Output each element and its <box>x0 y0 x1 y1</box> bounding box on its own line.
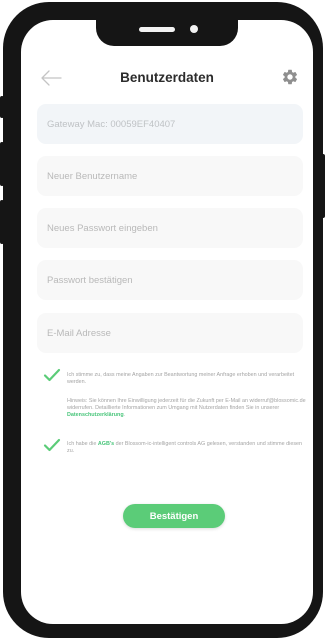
side-button <box>0 200 4 244</box>
side-button <box>0 96 4 118</box>
checkmark-icon[interactable] <box>43 368 61 382</box>
email-field[interactable] <box>37 313 303 353</box>
consent-hint-suffix: . <box>123 412 126 418</box>
terms-text: Ich habe die AGB's der Blossom-ic-intell… <box>67 441 307 455</box>
side-button <box>0 142 4 186</box>
password-field[interactable] <box>37 208 303 248</box>
gateway-mac-field: Gateway Mac: 00059EF40407 <box>37 104 303 144</box>
privacy-policy-link[interactable]: Datenschutzerklärung <box>67 412 124 418</box>
agb-link[interactable]: AGB's <box>98 441 114 447</box>
consent-text: Ich stimme zu, dass meine Angaben zur Be… <box>67 372 307 386</box>
terms-prefix: Ich habe die <box>67 441 97 447</box>
consent-label: Ich stimme zu, dass meine Angaben zur Be… <box>67 372 295 385</box>
email-input[interactable] <box>47 327 293 339</box>
phone-frame: Benutzerdaten Gateway Mac: 00059EF40407 … <box>0 2 325 638</box>
username-field[interactable] <box>37 156 303 196</box>
speaker <box>139 27 175 32</box>
header-bar: Benutzerdaten <box>21 58 313 98</box>
camera <box>190 25 198 33</box>
consent-hint-text: Hinweis: Sie können Ihre Einwilligung je… <box>67 398 306 411</box>
gear-icon[interactable] <box>281 68 299 86</box>
app-screen: Benutzerdaten Gateway Mac: 00059EF40407 … <box>21 20 313 624</box>
side-button <box>321 154 325 218</box>
checkmark-icon[interactable] <box>43 438 61 452</box>
password-confirm-input[interactable] <box>47 274 293 286</box>
password-input[interactable] <box>47 222 293 234</box>
notch <box>96 20 238 46</box>
consent-hint: Hinweis: Sie können Ihre Einwilligung je… <box>67 398 307 419</box>
username-input[interactable] <box>47 170 293 182</box>
confirm-button[interactable]: Bestätigen <box>123 504 225 528</box>
gateway-mac-value: Gateway Mac: 00059EF40407 <box>47 118 176 130</box>
page-title: Benutzerdaten <box>120 70 214 85</box>
password-confirm-field[interactable] <box>37 260 303 300</box>
